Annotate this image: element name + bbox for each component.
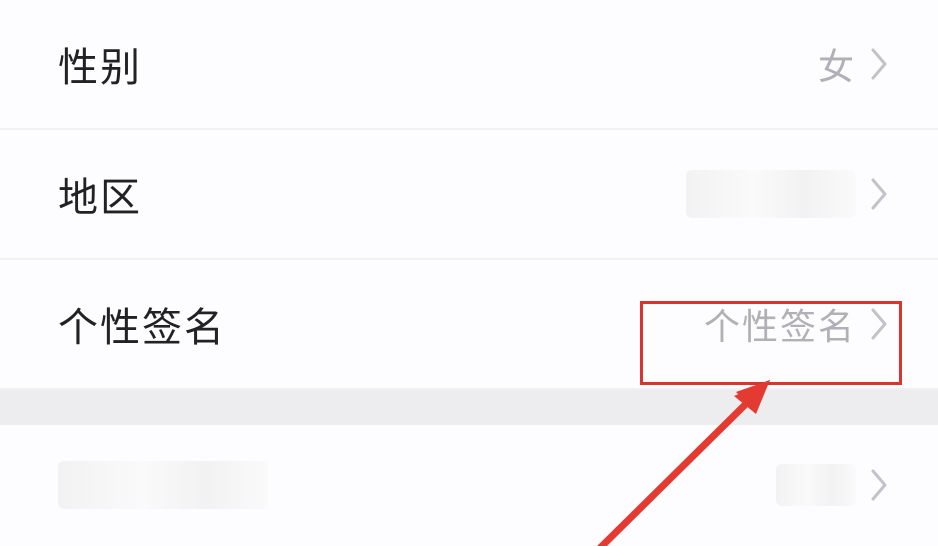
label-unknown-redacted (58, 461, 268, 509)
value-unknown-redacted (776, 464, 856, 506)
value-wrap-signature: 个性签名 (704, 298, 888, 350)
value-wrap-unknown (776, 464, 888, 506)
chevron-right-icon (870, 468, 888, 502)
chevron-right-icon (870, 47, 888, 81)
value-gender: 女 (818, 38, 856, 90)
row-signature[interactable]: 个性签名 个性签名 (0, 260, 938, 390)
settings-list: 性别 女 地区 个性签名 个性签名 (0, 0, 938, 545)
row-region[interactable]: 地区 (0, 130, 938, 260)
chevron-right-icon (870, 307, 888, 341)
label-gender: 性别 (58, 35, 142, 93)
row-unknown[interactable] (0, 425, 938, 545)
label-signature: 个性签名 (58, 295, 226, 353)
value-signature: 个性签名 (704, 298, 856, 350)
value-wrap-region (686, 170, 888, 218)
value-region-redacted (686, 170, 856, 218)
value-wrap-gender: 女 (818, 38, 888, 90)
label-region: 地区 (58, 165, 142, 223)
section-divider (0, 390, 938, 425)
chevron-right-icon (870, 177, 888, 211)
row-gender[interactable]: 性别 女 (0, 0, 938, 130)
